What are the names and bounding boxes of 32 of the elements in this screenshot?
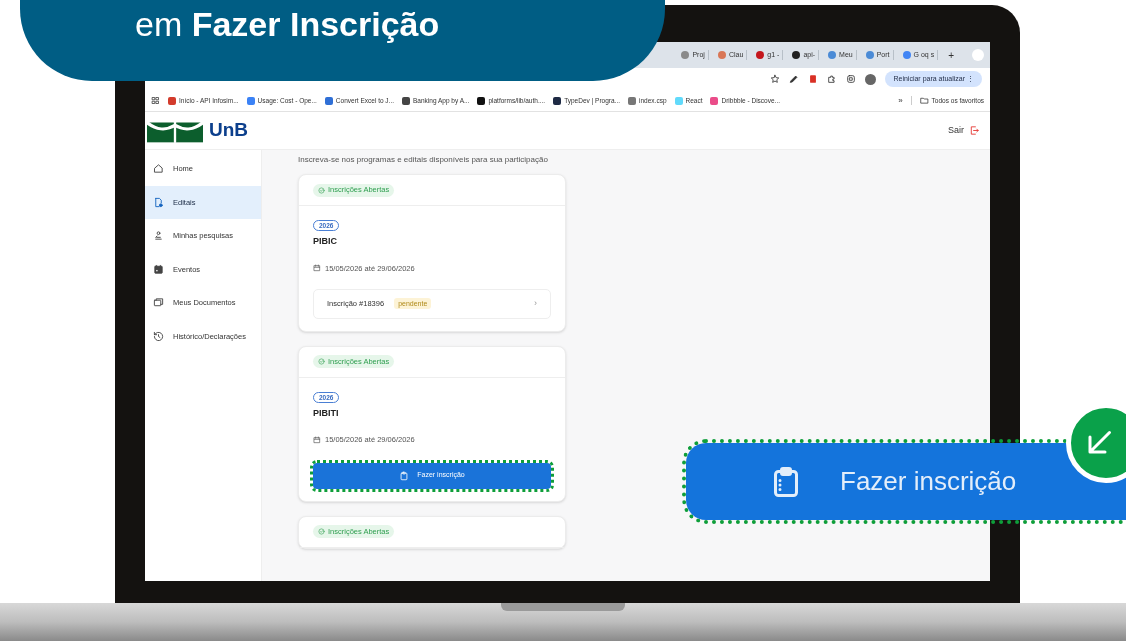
calendar-icon <box>313 435 321 444</box>
pen-icon <box>789 74 800 84</box>
folder-icon <box>919 96 929 105</box>
logout-button[interactable]: Sair <box>948 123 980 138</box>
logo-text: UnB <box>209 118 249 143</box>
avatar-icon <box>865 73 877 85</box>
home-icon <box>153 163 164 175</box>
program-title: PIBITI <box>313 406 340 420</box>
check-circle-icon <box>318 186 325 194</box>
history-icon <box>153 330 164 342</box>
apps-grid-icon <box>151 96 160 105</box>
check-circle-icon <box>318 528 325 535</box>
tab-menu-button[interactable] <box>972 49 984 61</box>
person-icon <box>153 230 164 242</box>
chevron-icon: › <box>534 297 537 311</box>
more-bookmarks-button[interactable]: » <box>898 94 903 107</box>
document-icon <box>153 196 164 208</box>
new-tab-button[interactable]: + <box>944 47 958 63</box>
check-circle-icon <box>318 358 325 366</box>
calendar-icon <box>313 264 321 273</box>
logout-icon <box>969 125 980 136</box>
extension-icon <box>827 74 838 84</box>
window-icon <box>846 74 857 84</box>
folder-icon <box>153 297 164 309</box>
banner-title: em Fazer Inscrição <box>135 7 440 41</box>
star-icon <box>770 74 781 84</box>
pdf-icon <box>808 74 819 84</box>
subscribe-button-zoomed[interactable]: Fazer inscrição <box>686 443 1126 520</box>
calendar-icon <box>153 263 164 275</box>
clipboard-icon <box>399 470 410 481</box>
program-title: PIBIC <box>313 235 338 248</box>
page-subtitle: Inscreva-se nos programas e editais disponíveis para sua participação <box>298 154 549 166</box>
